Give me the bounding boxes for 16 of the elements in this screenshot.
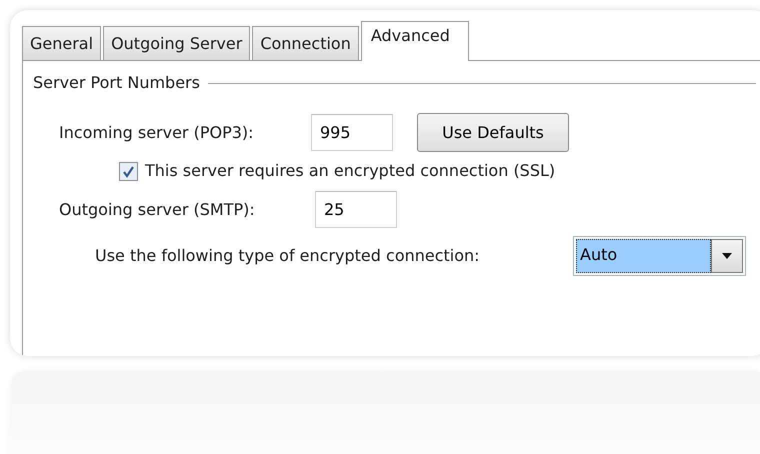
field-label: Outgoing server (SMTP): [59,198,256,220]
tab[interactable]: General [22,26,102,60]
tab[interactable]: Advanced [360,21,469,61]
checkmark-icon [122,164,135,178]
input-field[interactable]: 995 [311,114,393,151]
field-label: Incoming server (POP3): [59,122,255,144]
use-defaults-button[interactable]: Use Defaults [417,113,569,152]
tab[interactable]: Connection [252,26,359,60]
dropdown-arrow-icon [722,253,732,259]
checkbox[interactable] [119,162,138,180]
checkbox-label: This server requires an encrypted connection (SSL) [145,160,556,182]
field-label: Use the following type of encrypted connection: [95,245,481,267]
group-title: Server Port Numbers [33,72,200,94]
tab[interactable]: Outgoing Server [103,26,250,60]
dropdown[interactable]: Auto [573,236,746,276]
input-field[interactable]: 25 [315,191,397,228]
